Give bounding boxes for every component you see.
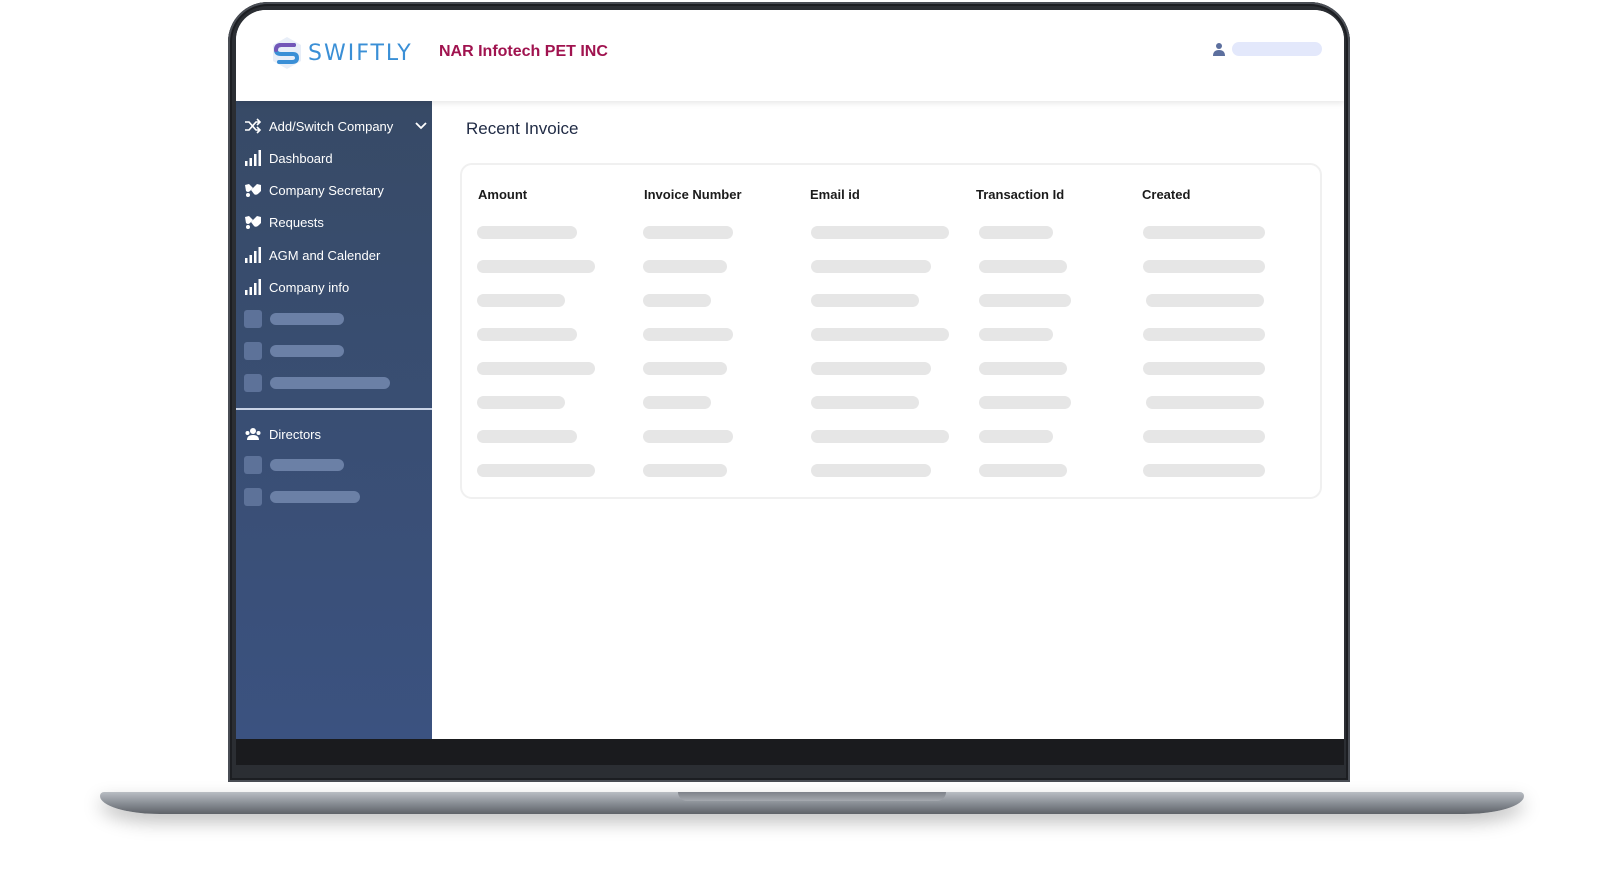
- sidebar-item-company-secretary[interactable]: Company Secretary: [244, 179, 384, 201]
- sidebar-item-label: AGM and Calender: [269, 247, 381, 263]
- skeleton-cell: [1143, 430, 1265, 443]
- skeleton-cell: [643, 464, 727, 477]
- skeleton-cell: [811, 226, 949, 239]
- sidebar-item-label: Directors: [269, 426, 322, 442]
- screen-bottom-bezel: [236, 739, 1344, 765]
- swiftly-logo-icon: [273, 37, 301, 69]
- skeleton-cell: [477, 464, 595, 477]
- skeleton-cell: [477, 226, 577, 239]
- sidebar-item-agm-and-calender[interactable]: AGM and Calender: [244, 244, 380, 266]
- skeleton-cell: [811, 430, 949, 443]
- skeleton-cell: [979, 430, 1053, 443]
- skeleton-cell: [477, 430, 577, 443]
- skeleton-cell: [1143, 464, 1265, 477]
- skeleton-cell: [811, 328, 949, 341]
- sidebar-item-directors[interactable]: Directors: [244, 423, 321, 445]
- skeleton-cell: [643, 226, 733, 239]
- skeleton-nav-label: [270, 377, 390, 389]
- sidebar-item-label: Requests: [269, 214, 324, 230]
- skeleton-cell: [811, 294, 919, 307]
- skeleton-cell: [643, 430, 733, 443]
- skeleton-cell: [979, 260, 1067, 273]
- sidebar: Add/Switch Company Dashboard Company Sec…: [236, 101, 432, 741]
- user-name-placeholder: [1232, 42, 1322, 56]
- skeleton-nav-icon: [244, 342, 262, 360]
- skeleton-cell: [979, 226, 1053, 239]
- skeleton-nav-icon: [244, 310, 262, 328]
- handshake-icon: [245, 184, 261, 197]
- skeleton-nav-label: [270, 491, 360, 503]
- skeleton-nav-icon: [244, 456, 262, 474]
- sidebar-divider: [236, 408, 432, 410]
- skeleton-cell: [477, 362, 595, 375]
- laptop-screen: SWIFTLY NAR Infotech PET INC Add/Switch …: [236, 10, 1344, 765]
- skeleton-cell: [811, 260, 931, 273]
- skeleton-cell: [979, 328, 1053, 341]
- sidebar-item-company-info[interactable]: Company info: [244, 276, 349, 298]
- skeleton-nav-label: [270, 345, 344, 357]
- skeleton-nav-icon: [244, 374, 262, 392]
- skeleton-cell: [811, 464, 931, 477]
- column-header-email-id[interactable]: Email id: [810, 187, 860, 202]
- skeleton-cell: [643, 294, 711, 307]
- shuffle-icon: [245, 118, 262, 134]
- top-header: SWIFTLY NAR Infotech PET INC: [236, 10, 1344, 101]
- skeleton-cell: [477, 396, 565, 409]
- skeleton-cell: [1143, 260, 1265, 273]
- users-icon: [245, 428, 261, 440]
- skeleton-nav-icon: [244, 488, 262, 506]
- skeleton-cell: [643, 260, 727, 273]
- skeleton-cell: [979, 396, 1071, 409]
- laptop-mockup: SWIFTLY NAR Infotech PET INC Add/Switch …: [0, 0, 1621, 869]
- skeleton-nav-label: [270, 313, 344, 325]
- column-header-created[interactable]: Created: [1142, 187, 1190, 202]
- skeleton-cell: [811, 396, 919, 409]
- column-header-invoice-number[interactable]: Invoice Number: [644, 187, 742, 202]
- column-header-transaction-id[interactable]: Transaction Id: [976, 187, 1064, 202]
- skeleton-cell: [477, 260, 595, 273]
- skeleton-cell: [643, 362, 727, 375]
- main-content: Recent Invoice Amount Invoice Number Ema…: [432, 101, 1344, 741]
- bar-chart-icon: [245, 150, 261, 166]
- page-title: Recent Invoice: [466, 119, 579, 138]
- skeleton-cell: [1146, 294, 1264, 307]
- logo-text: SWIFTLY: [308, 40, 413, 66]
- skeleton-nav-label: [270, 459, 344, 471]
- laptop-base: [100, 792, 1524, 814]
- sidebar-item-label: Company info: [269, 279, 350, 295]
- sidebar-item-label: Add/Switch Company: [269, 118, 394, 134]
- logo[interactable]: SWIFTLY: [270, 36, 413, 70]
- bar-chart-icon: [245, 247, 261, 263]
- sidebar-item-label: Dashboard: [269, 150, 333, 166]
- bar-chart-icon: [245, 279, 261, 295]
- sidebar-item-add-switch-company[interactable]: Add/Switch Company: [244, 115, 430, 137]
- skeleton-cell: [643, 396, 711, 409]
- laptop-base-notch: [678, 792, 946, 801]
- user-icon: [1213, 43, 1225, 56]
- skeleton-cell: [1143, 226, 1265, 239]
- skeleton-cell: [979, 464, 1067, 477]
- column-header-amount[interactable]: Amount: [478, 187, 527, 202]
- user-menu[interactable]: [1212, 42, 1322, 56]
- handshake-icon: [245, 216, 261, 229]
- skeleton-cell: [643, 328, 733, 341]
- skeleton-cell: [811, 362, 931, 375]
- skeleton-cell: [1143, 328, 1265, 341]
- skeleton-cell: [979, 294, 1071, 307]
- skeleton-cell: [1143, 362, 1265, 375]
- sidebar-item-requests[interactable]: Requests: [244, 211, 324, 233]
- sidebar-item-label: Company Secretary: [269, 182, 384, 198]
- skeleton-cell: [477, 294, 565, 307]
- skeleton-cell: [477, 328, 577, 341]
- sidebar-item-dashboard[interactable]: Dashboard: [244, 147, 333, 169]
- invoice-table-card: Amount Invoice Number Email id Transacti…: [460, 163, 1322, 499]
- skeleton-cell: [979, 362, 1067, 375]
- chevron-down-icon[interactable]: [414, 115, 428, 137]
- company-name: NAR Infotech PET INC: [439, 43, 608, 60]
- skeleton-cell: [1146, 396, 1264, 409]
